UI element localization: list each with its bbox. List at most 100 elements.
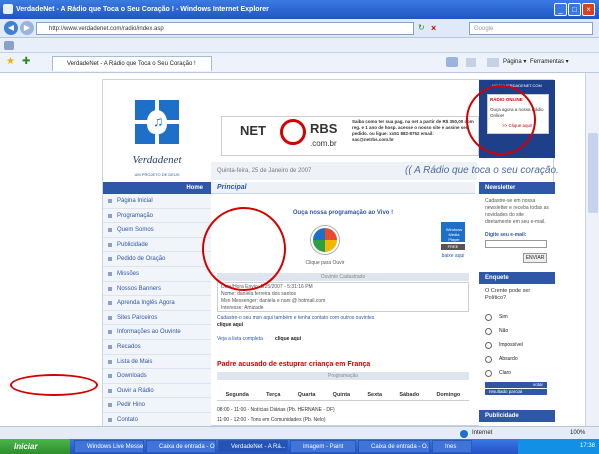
results-button[interactable]: resultado parcial xyxy=(485,389,547,395)
home-icon[interactable] xyxy=(446,57,458,67)
address-bar-row: ◀ ▶ http://www.verdadenet.com/radio/inde… xyxy=(0,19,599,38)
vertical-scrollbar[interactable] xyxy=(585,73,599,426)
section-principal: Principal xyxy=(211,182,475,194)
taskbar-item[interactable]: Caixa de entrada - O... xyxy=(358,440,430,453)
day-tab[interactable]: Sábado xyxy=(399,389,419,400)
feed-icon[interactable] xyxy=(4,41,14,50)
annotation-circle xyxy=(10,374,98,396)
newsletter-header: Newsletter xyxy=(479,182,555,194)
feed-view-icon[interactable] xyxy=(466,58,476,67)
banner-globe-icon xyxy=(280,119,306,145)
logo-tagline: UM PROJETO DE DEUS xyxy=(134,172,180,177)
taskbar-item-active[interactable]: VerdadeNet - A Rá... xyxy=(218,440,288,453)
day-tab[interactable]: Segunda xyxy=(226,389,249,400)
day-tab[interactable]: Quarta xyxy=(298,389,316,400)
menu-row xyxy=(0,38,599,53)
tab-verdadenet[interactable]: VerdadeNet - A Rádio que Toca o Seu Cora… xyxy=(52,56,212,71)
nav-item[interactable]: Pedir Hino xyxy=(103,398,211,413)
day-tab[interactable]: Sexta xyxy=(367,389,382,400)
nav-item[interactable]: Aprenda Inglês Agora xyxy=(103,296,211,311)
nav-item[interactable]: Página Inicial xyxy=(103,194,211,209)
tab-row: ★ ✚ VerdadeNet - A Rádio que Toca o Seu … xyxy=(0,53,599,73)
nav-item[interactable]: Downloads xyxy=(103,369,211,384)
play-icon[interactable] xyxy=(311,226,339,254)
taskbar-item[interactable]: Windows Live Messenger xyxy=(74,440,144,453)
poll-option: Impossível xyxy=(499,342,523,348)
nav-item[interactable]: Missões xyxy=(103,267,211,282)
favorites-star-icon[interactable]: ★ xyxy=(6,57,15,67)
internet-zone-icon xyxy=(460,430,468,438)
poll-option: Não xyxy=(499,328,509,334)
schedule-row: 11:00 - 12:00 - Tons em Comunidades (Pb.… xyxy=(217,417,326,423)
print-icon[interactable] xyxy=(487,58,499,67)
right-column: Newsletter Cadastre-se em nossa newslett… xyxy=(479,182,555,426)
poll-radio[interactable] xyxy=(485,342,492,349)
nav-home-header[interactable]: Home xyxy=(103,182,211,194)
nav-item[interactable]: Quem Somos xyxy=(103,223,211,238)
poll-radio[interactable] xyxy=(485,356,492,363)
wmp-name: Windows Media Player xyxy=(445,227,463,242)
forward-icon[interactable]: ▶ xyxy=(20,21,34,35)
minimize-button[interactable]: _ xyxy=(554,3,567,16)
schedule-rows: 08:00 - 11:00 - Notícias Diárias (Pb. HE… xyxy=(217,405,469,425)
poll-radio[interactable] xyxy=(485,314,492,321)
send-button[interactable]: ENVIAR xyxy=(523,253,547,263)
search-input[interactable]: Google xyxy=(469,22,593,35)
system-tray: 17:38 xyxy=(518,439,599,454)
nav-item[interactable]: Sites Parceiros xyxy=(103,311,211,326)
add-favorite-icon[interactable]: ✚ xyxy=(22,57,30,67)
back-icon[interactable]: ◀ xyxy=(4,21,18,35)
day-tab[interactable]: Quinta xyxy=(333,389,350,400)
maximize-button[interactable]: □ xyxy=(568,3,581,16)
nav-item[interactable]: Informações ao Ouvinte xyxy=(103,325,211,340)
refresh-icon[interactable]: ↻ xyxy=(418,23,428,33)
status-bar: Internet 100% xyxy=(0,426,599,439)
newsletter-text: Cadastre-se em nossa newsletter e receba… xyxy=(485,198,549,225)
listen-label[interactable]: Clique para Ouvir xyxy=(291,260,359,266)
schedule-row: 08:00 - 11:00 - Notícias Diárias (Pb. HE… xyxy=(217,407,335,413)
nav-item[interactable]: Publicidade xyxy=(103,238,211,253)
stop-icon[interactable]: × xyxy=(431,23,441,33)
poll-option: Claro xyxy=(499,370,511,376)
taskbar-item[interactable]: imagem - Paint xyxy=(290,440,356,453)
poll-radio[interactable] xyxy=(485,370,492,377)
wmp-download-link[interactable]: baixe aqui xyxy=(435,253,471,259)
nav-item-ouvir-radio[interactable]: Ouvir a Rádio xyxy=(103,384,211,399)
full-list-link[interactable]: clique aqui xyxy=(275,336,301,342)
taskbar-item[interactable]: Caixa de entrada - O... xyxy=(146,440,216,453)
start-button[interactable]: Iniciar xyxy=(0,439,70,454)
banner-text: Saiba como ter sua pag. na net a partir … xyxy=(352,119,474,142)
address-input[interactable]: http://www.verdadenet.com/radio/index.as… xyxy=(36,22,414,35)
nav-item[interactable]: Recados xyxy=(103,340,211,355)
taskbar: Iniciar Windows Live Messenger Caixa de … xyxy=(0,439,599,454)
email-input[interactable] xyxy=(485,240,547,248)
wmp-logo-icon[interactable]: Windows Media Player xyxy=(441,222,465,242)
poll-radio[interactable] xyxy=(485,328,492,335)
scrollbar-thumb[interactable] xyxy=(588,133,598,213)
page-menu[interactable]: Página ▾ xyxy=(503,58,526,65)
annotation-circle xyxy=(202,207,286,291)
tools-menu[interactable]: Ferramentas ▾ xyxy=(530,58,569,65)
zoom-level[interactable]: 100% xyxy=(570,427,585,439)
register-link[interactable]: clique aqui xyxy=(217,322,243,328)
vote-button[interactable]: votar xyxy=(485,382,547,388)
logo-graphic: ♫ xyxy=(125,100,189,150)
slogan: (( A Rádio que toca o seu coração. xyxy=(405,165,559,176)
ie-icon xyxy=(3,4,13,14)
ads-header: Publicidade xyxy=(479,410,555,422)
day-tab[interactable]: Terça xyxy=(266,389,280,400)
day-tab[interactable]: Domingo xyxy=(436,389,460,400)
taskbar-item[interactable]: Ines xyxy=(432,440,472,453)
nav-item[interactable]: Lista de Mais xyxy=(103,355,211,370)
current-date: Quinta-feira, 25 de Janeiro de 2007 xyxy=(217,168,312,174)
window-title-bar: VerdadeNet - A Rádio que Toca o Seu Cora… xyxy=(0,0,599,19)
nav-item[interactable]: Programação xyxy=(103,209,211,224)
news-headline[interactable]: Padre acusado de estuprar criança em Fra… xyxy=(217,361,469,368)
banner-rbs: RBS xyxy=(310,121,338,136)
nav-item[interactable]: Nossos Banners xyxy=(103,282,211,297)
poll-header: Enquete xyxy=(479,272,555,284)
ad-banner[interactable]: NET RBS .com.br Saiba como ter sua pag. … xyxy=(221,116,479,156)
nav-item[interactable]: Pedido de Oração xyxy=(103,252,211,267)
nav-item[interactable]: Contato xyxy=(103,413,211,426)
close-button[interactable]: × xyxy=(582,3,595,16)
